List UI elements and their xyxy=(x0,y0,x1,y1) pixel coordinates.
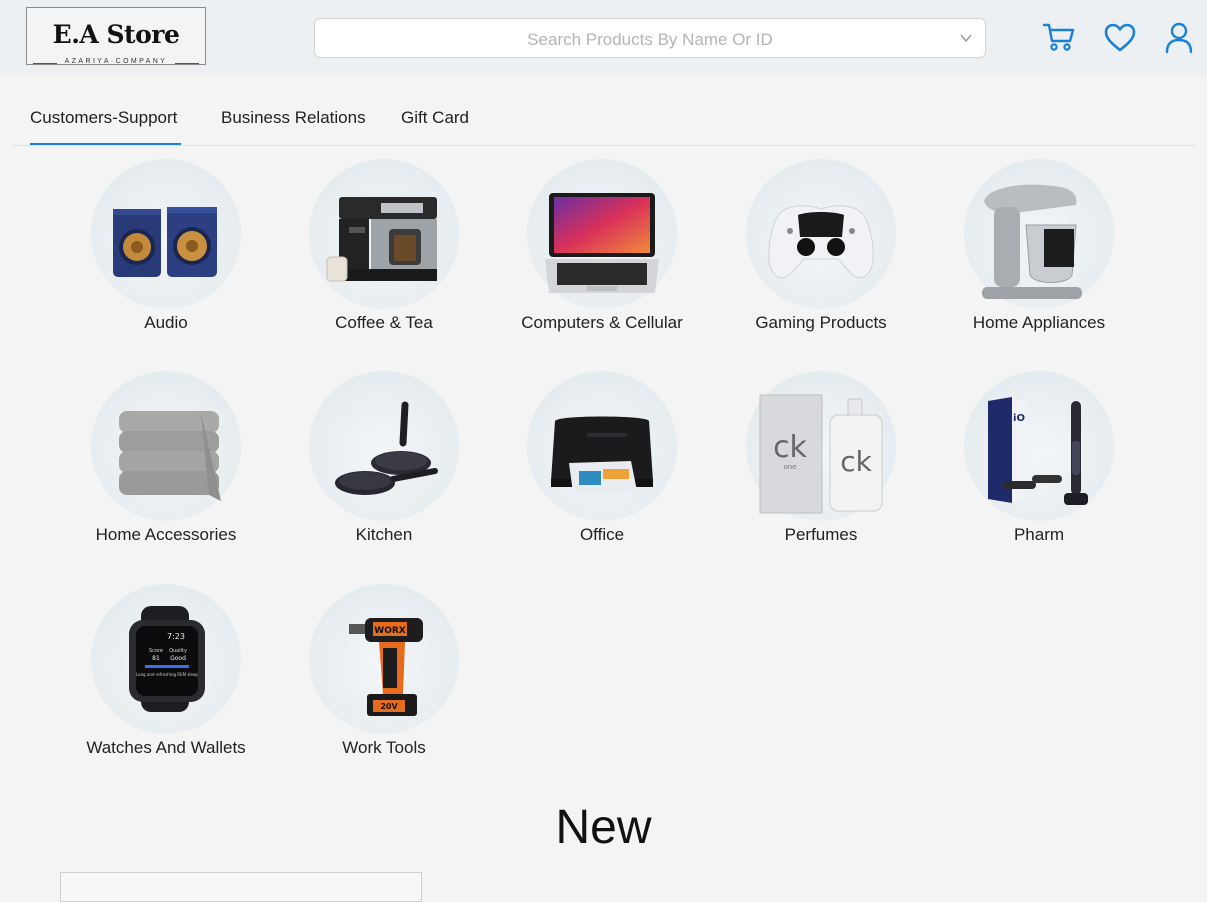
tabs-divider xyxy=(12,145,1196,146)
perfume-variant-box: one xyxy=(783,463,796,471)
tab-gift-card[interactable]: Gift Card xyxy=(401,108,469,128)
watch-stat-value-1: 81 xyxy=(152,655,160,662)
perfume-brand-box: ck xyxy=(773,430,807,465)
category-label: Computers & Cellular xyxy=(521,313,683,332)
category-label: Audio xyxy=(144,313,188,332)
search-input[interactable]: Search Products By Name Or ID xyxy=(315,30,985,50)
speakers-image xyxy=(113,207,217,277)
watch-stat-value-2: Good xyxy=(170,655,186,662)
category-label: Home Accessories xyxy=(95,525,237,544)
logo-divider-right xyxy=(175,63,199,64)
game-controller-image xyxy=(768,205,874,279)
category-label: Watches And Wallets xyxy=(86,738,246,757)
towels-image xyxy=(119,411,221,501)
watch-stat-label-1: Score xyxy=(149,648,163,654)
watch-time: 7:23 xyxy=(167,632,185,641)
tab-customers-support[interactable]: Customers-Support xyxy=(30,108,177,128)
coffee-machine-image xyxy=(326,197,437,282)
drill-battery: 20V xyxy=(380,702,398,711)
cart-icon[interactable] xyxy=(1043,22,1075,52)
nav-tabs: Customers-Support Business Relations Gif… xyxy=(0,100,1207,146)
printer-image xyxy=(551,416,653,493)
tab-business-relations[interactable]: Business Relations xyxy=(221,108,366,128)
watch-stat-label-2: Quality xyxy=(169,648,187,654)
category-label: Work Tools xyxy=(342,738,426,757)
stand-mixer-image xyxy=(982,184,1082,299)
smartwatch-image: 7:23 Score Quality 81 Good Long and refr… xyxy=(129,606,205,712)
perfume-brand-bottle: ck xyxy=(840,445,872,478)
frying-pans-image xyxy=(335,401,438,495)
heart-icon[interactable] xyxy=(1104,23,1136,53)
user-icon[interactable] xyxy=(1165,22,1193,54)
category-label: Office xyxy=(579,525,625,544)
drill-brand: WORX xyxy=(374,626,406,636)
logo-subtitle-row: AZARIYA·COMPANY xyxy=(27,58,205,68)
category-label: Home Appliances xyxy=(972,313,1106,332)
category-label: Pharm xyxy=(1013,525,1065,544)
category-label: Perfumes xyxy=(784,525,858,544)
watch-message: Long and refreshing REM sleep xyxy=(136,672,198,677)
category-label: Coffee & Tea xyxy=(335,313,433,332)
store-logo[interactable]: E.A Store AZARIYA·COMPANY xyxy=(26,7,206,65)
electric-toothbrush-image: iO xyxy=(988,397,1088,505)
toothbrush-box-model: iO xyxy=(1013,413,1025,424)
logo-title: E.A Store xyxy=(52,20,180,49)
category-label: Gaming Products xyxy=(755,313,887,332)
chevron-down-icon[interactable] xyxy=(959,31,973,45)
product-card[interactable] xyxy=(60,872,422,902)
search-bar[interactable]: Search Products By Name Or ID xyxy=(314,18,986,58)
category-label: Kitchen xyxy=(355,525,413,544)
section-title-new: New xyxy=(555,801,652,854)
laptop-image xyxy=(545,193,659,293)
top-header: E.A Store AZARIYA·COMPANY Search Product… xyxy=(0,0,1207,75)
power-drill-image: WORX 20V xyxy=(349,618,423,716)
perfume-bottle-image: ck one ck xyxy=(759,394,883,514)
